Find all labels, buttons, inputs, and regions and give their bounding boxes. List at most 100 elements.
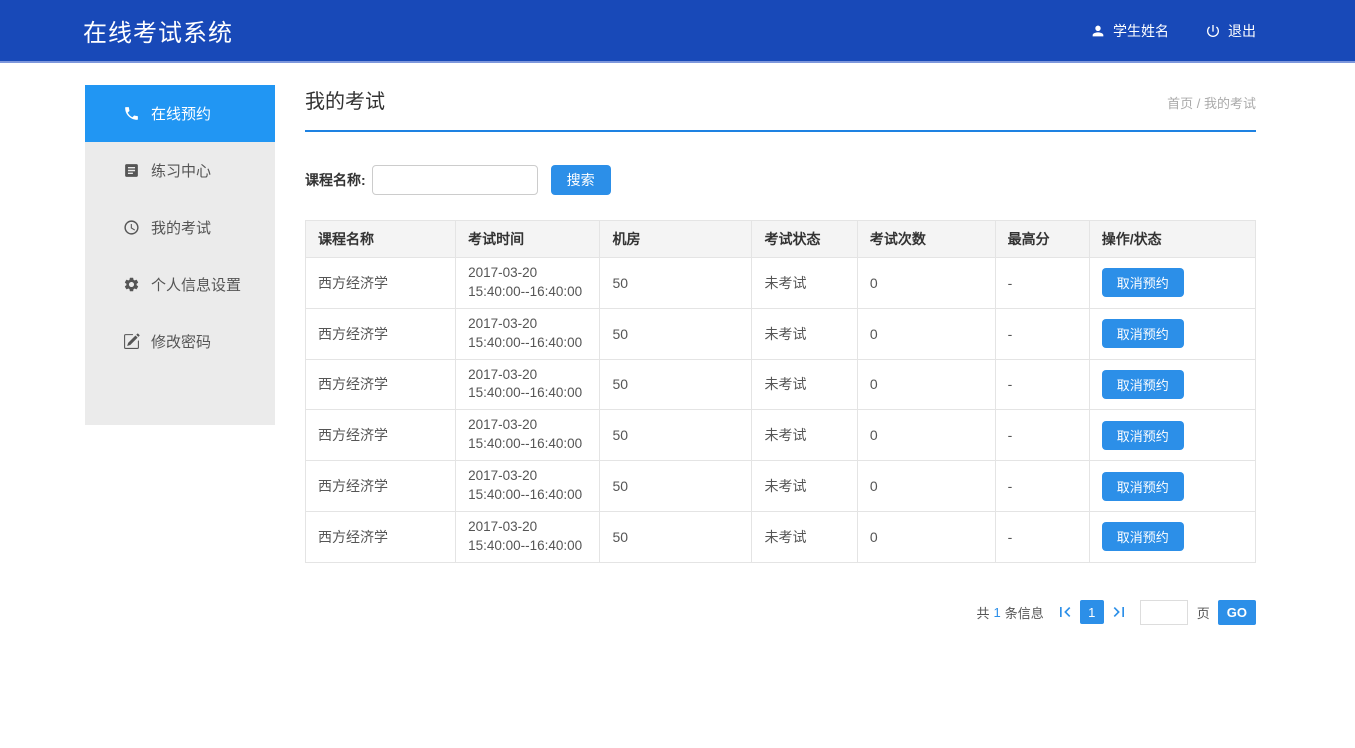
pagination-total-suffix: 条信息 [1005, 603, 1044, 622]
cell-status: 未考试 [752, 461, 857, 512]
column-header-attempts: 考试次数 [857, 221, 995, 258]
logout-button[interactable]: 退出 [1205, 21, 1256, 41]
cancel-reservation-button[interactable]: 取消预约 [1102, 319, 1184, 348]
cell-time: 2017-03-20 15:40:00--16:40:00 [456, 511, 600, 562]
search-button[interactable]: 搜索 [551, 165, 611, 195]
cell-attempts: 0 [857, 359, 995, 410]
cell-attempts: 0 [857, 410, 995, 461]
cell-course: 西方经济学 [306, 461, 456, 512]
column-header-status: 考试状态 [752, 221, 857, 258]
cancel-reservation-button[interactable]: 取消预约 [1102, 472, 1184, 501]
user-icon [1090, 23, 1106, 39]
exam-table-body: 西方经济学 2017-03-20 15:40:00--16:40:00 50 未… [306, 258, 1256, 563]
cell-best-score: - [995, 461, 1089, 512]
first-page-icon [1055, 602, 1075, 622]
cell-status: 未考试 [752, 359, 857, 410]
user-menu[interactable]: 学生姓名 [1090, 21, 1169, 41]
cell-best-score: - [995, 258, 1089, 309]
cell-attempts: 0 [857, 511, 995, 562]
sidebar-item-label: 个人信息设置 [151, 274, 241, 295]
cell-room: 50 [600, 461, 752, 512]
cell-attempts: 0 [857, 258, 995, 309]
column-header-room: 机房 [600, 221, 752, 258]
sidebar-item-label: 在线预约 [151, 103, 211, 124]
sidebar-item-label: 我的考试 [151, 217, 211, 238]
book-icon [123, 162, 140, 179]
cell-course: 西方经济学 [306, 308, 456, 359]
breadcrumb: 首页 / 我的考试 [1167, 93, 1256, 112]
cell-course: 西方经济学 [306, 511, 456, 562]
cell-action: 取消预约 [1089, 461, 1255, 512]
breadcrumb-current: 我的考试 [1204, 96, 1256, 111]
last-page-button[interactable] [1108, 601, 1130, 623]
cell-action: 取消预约 [1089, 359, 1255, 410]
cell-best-score: - [995, 410, 1089, 461]
sidebar-item-label: 练习中心 [151, 160, 211, 181]
cancel-reservation-button[interactable]: 取消预约 [1102, 268, 1184, 297]
cell-time: 2017-03-20 15:40:00--16:40:00 [456, 359, 600, 410]
course-name-label: 课程名称: [305, 170, 366, 190]
first-page-button[interactable] [1054, 601, 1076, 623]
page-number-input[interactable] [1140, 600, 1188, 625]
page-title: 我的考试 [305, 85, 385, 114]
column-header-course: 课程名称 [306, 221, 456, 258]
app-header: 在线考试系统 学生姓名 退出 [0, 0, 1355, 63]
cell-status: 未考试 [752, 308, 857, 359]
cell-room: 50 [600, 308, 752, 359]
course-name-input[interactable] [372, 165, 538, 195]
app-title: 在线考试系统 [83, 13, 233, 48]
table-row: 西方经济学 2017-03-20 15:40:00--16:40:00 50 未… [306, 359, 1256, 410]
breadcrumb-home[interactable]: 首页 [1167, 96, 1193, 111]
title-divider [305, 130, 1256, 132]
sidebar: 在线预约 练习中心 我的考试 个人信息设置 修改密码 [85, 85, 275, 425]
cell-best-score: - [995, 359, 1089, 410]
sidebar-item-change-password[interactable]: 修改密码 [85, 313, 275, 370]
cancel-reservation-button[interactable]: 取消预约 [1102, 522, 1184, 551]
table-row: 西方经济学 2017-03-20 15:40:00--16:40:00 50 未… [306, 308, 1256, 359]
pagination: 共 1 条信息 1 页 GO [305, 600, 1256, 625]
cell-best-score: - [995, 511, 1089, 562]
sidebar-item-profile-settings[interactable]: 个人信息设置 [85, 256, 275, 313]
sidebar-item-my-exams[interactable]: 我的考试 [85, 199, 275, 256]
cell-time: 2017-03-20 15:40:00--16:40:00 [456, 258, 600, 309]
sidebar-item-label: 修改密码 [151, 331, 211, 352]
gear-icon [123, 276, 140, 293]
last-page-icon [1109, 602, 1129, 622]
cell-room: 50 [600, 410, 752, 461]
cancel-reservation-button[interactable]: 取消预约 [1102, 370, 1184, 399]
go-button[interactable]: GO [1218, 600, 1256, 625]
cell-action: 取消预约 [1089, 308, 1255, 359]
sidebar-item-practice-center[interactable]: 练习中心 [85, 142, 275, 199]
column-header-time: 考试时间 [456, 221, 600, 258]
cancel-reservation-button[interactable]: 取消预约 [1102, 421, 1184, 450]
cell-room: 50 [600, 258, 752, 309]
table-row: 西方经济学 2017-03-20 15:40:00--16:40:00 50 未… [306, 410, 1256, 461]
cell-time: 2017-03-20 15:40:00--16:40:00 [456, 410, 600, 461]
cell-time: 2017-03-20 15:40:00--16:40:00 [456, 461, 600, 512]
clock-icon [123, 219, 140, 236]
cell-status: 未考试 [752, 511, 857, 562]
page-label: 页 [1197, 603, 1210, 622]
cell-status: 未考试 [752, 410, 857, 461]
pagination-total-prefix: 共 [976, 603, 989, 622]
cell-course: 西方经济学 [306, 359, 456, 410]
cell-action: 取消预约 [1089, 258, 1255, 309]
table-row: 西方经济学 2017-03-20 15:40:00--16:40:00 50 未… [306, 511, 1256, 562]
exam-table: 课程名称 考试时间 机房 考试状态 考试次数 最高分 操作/状态 西方经济学 2… [305, 220, 1256, 563]
user-name: 学生姓名 [1113, 21, 1169, 41]
pagination-total-count: 1 [994, 605, 1001, 620]
cell-time: 2017-03-20 15:40:00--16:40:00 [456, 308, 600, 359]
cell-course: 西方经济学 [306, 258, 456, 309]
cell-action: 取消预约 [1089, 511, 1255, 562]
cell-course: 西方经济学 [306, 410, 456, 461]
sidebar-item-online-reservation[interactable]: 在线预约 [85, 85, 275, 142]
logout-label: 退出 [1228, 21, 1256, 41]
breadcrumb-separator: / [1193, 96, 1204, 111]
phone-icon [123, 105, 140, 122]
cell-best-score: - [995, 308, 1089, 359]
cell-action: 取消预约 [1089, 410, 1255, 461]
column-header-best-score: 最高分 [995, 221, 1089, 258]
cell-room: 50 [600, 511, 752, 562]
main-content: 我的考试 首页 / 我的考试 课程名称: 搜索 课程名称 考试时间 机房 [305, 85, 1256, 625]
current-page-button[interactable]: 1 [1080, 600, 1104, 624]
